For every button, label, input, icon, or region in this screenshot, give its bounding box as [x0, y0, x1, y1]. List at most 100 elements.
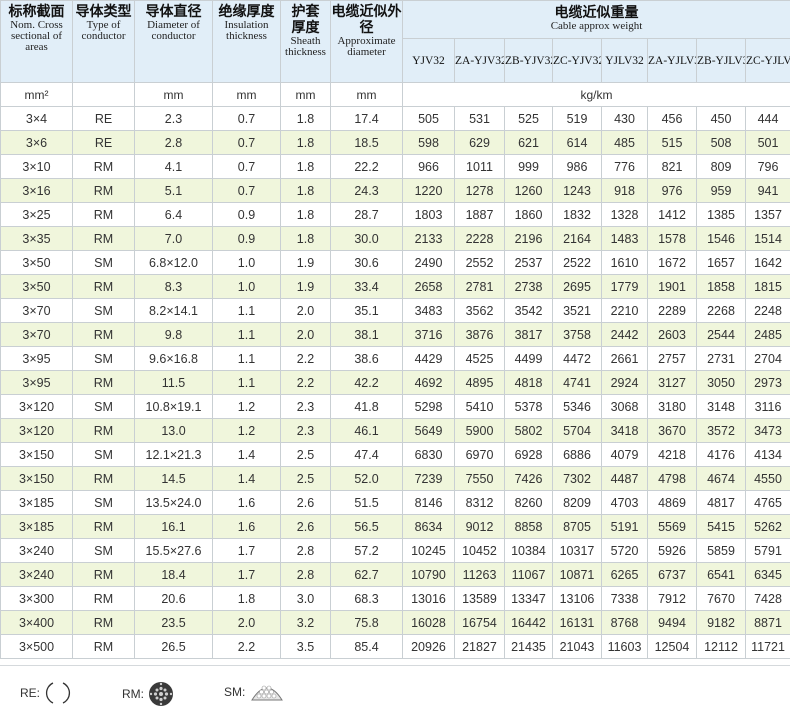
- cell-insulation: 1.4: [213, 443, 281, 467]
- cell-weight-zb-yjlv32: 2544: [697, 323, 746, 347]
- table-row: 3×35RM7.00.91.830.0213322282196216414831…: [1, 227, 790, 251]
- cell-weight-zb-yjv32: 11067: [505, 563, 553, 587]
- cell-weight-za-yjlv32: 1901: [648, 275, 697, 299]
- units-row: mm² mm mm mm mm kg/km: [1, 83, 790, 107]
- table-row: 3×185RM16.11.62.656.58634901288588705519…: [1, 515, 790, 539]
- cell-weight-zb-yjv32: 2537: [505, 251, 553, 275]
- header-model-yjlv32: YJLV32: [602, 39, 648, 83]
- cell-weight-zc-yjlv32: 1642: [746, 251, 790, 275]
- cell-weight-za-yjlv32: 976: [648, 179, 697, 203]
- cell-weight-zc-yjv32: 519: [553, 107, 602, 131]
- cell-weight-za-yjlv32: 821: [648, 155, 697, 179]
- header-type: 导体类型 Type of conductor: [73, 1, 135, 83]
- header-insulation: 绝缘厚度 Insulation thickness: [213, 1, 281, 83]
- cell-weight-zc-yjv32: 1243: [553, 179, 602, 203]
- cell-weight-zb-yjv32: 7426: [505, 467, 553, 491]
- cell-weight-zc-yjv32: 3758: [553, 323, 602, 347]
- cell-sheath: 2.5: [281, 467, 331, 491]
- table-row: 3×120SM10.8×19.11.22.341.852985410537853…: [1, 395, 790, 419]
- cell-weight-za-yjv32: 5900: [455, 419, 505, 443]
- table-row: 3×95RM11.51.12.242.246924895481847412924…: [1, 371, 790, 395]
- cell-conductor-diameter: 2.3: [135, 107, 213, 131]
- conductor-legend: RE: RM: SM:: [0, 665, 790, 715]
- cell-weight-za-yjv32: 629: [455, 131, 505, 155]
- cell-insulation: 1.0: [213, 275, 281, 299]
- cell-weight-zc-yjv32: 2164: [553, 227, 602, 251]
- header-model-zc-yjlv32: ZC-YJLV32: [746, 39, 790, 83]
- cell-area: 3×70: [1, 323, 73, 347]
- table-row: 3×50RM8.31.01.933.4265827812738269517791…: [1, 275, 790, 299]
- cell-conductor-diameter: 8.3: [135, 275, 213, 299]
- cell-weight-yjlv32: 430: [602, 107, 648, 131]
- cell-sheath: 1.8: [281, 179, 331, 203]
- cell-conductor-diameter: 8.2×14.1: [135, 299, 213, 323]
- header-diameter-zh: 导体直径: [135, 4, 212, 20]
- header-diameter-en: Diameter of conductor: [135, 20, 212, 42]
- cell-weight-zc-yjv32: 3521: [553, 299, 602, 323]
- cell-weight-yjv32: 2490: [403, 251, 455, 275]
- cell-area: 3×6: [1, 131, 73, 155]
- cell-outer-diameter: 33.4: [331, 275, 403, 299]
- cell-weight-za-yjv32: 531: [455, 107, 505, 131]
- table-row: 3×50SM6.8×12.01.01.930.62490255225372522…: [1, 251, 790, 275]
- cell-area: 3×300: [1, 587, 73, 611]
- cell-outer-diameter: 17.4: [331, 107, 403, 131]
- cell-insulation: 0.9: [213, 227, 281, 251]
- cell-conductor-type: RM: [73, 563, 135, 587]
- cell-sheath: 2.2: [281, 371, 331, 395]
- cell-weight-zc-yjv32: 5346: [553, 395, 602, 419]
- cell-weight-za-yjv32: 2781: [455, 275, 505, 299]
- cell-outer-diameter: 47.4: [331, 443, 403, 467]
- cell-area: 3×95: [1, 347, 73, 371]
- cell-area: 3×50: [1, 251, 73, 275]
- cell-area: 3×4: [1, 107, 73, 131]
- cell-sheath: 2.8: [281, 563, 331, 587]
- table-row: 3×95SM9.6×16.81.12.238.64429452544994472…: [1, 347, 790, 371]
- cell-weight-zc-yjv32: 7302: [553, 467, 602, 491]
- cell-conductor-diameter: 20.6: [135, 587, 213, 611]
- cell-weight-zb-yjlv32: 1858: [697, 275, 746, 299]
- cell-weight-yjv32: 4692: [403, 371, 455, 395]
- table-row: 3×70RM9.81.12.038.1371638763817375824422…: [1, 323, 790, 347]
- cell-area: 3×35: [1, 227, 73, 251]
- cell-sheath: 2.2: [281, 347, 331, 371]
- cell-sheath: 3.0: [281, 587, 331, 611]
- cell-outer-diameter: 35.1: [331, 299, 403, 323]
- cell-insulation: 0.7: [213, 107, 281, 131]
- cell-weight-yjlv32: 1779: [602, 275, 648, 299]
- legend-sm: SM:: [224, 680, 285, 704]
- cell-weight-za-yjv32: 2228: [455, 227, 505, 251]
- cell-weight-zc-yjv32: 614: [553, 131, 602, 155]
- cell-sheath: 3.5: [281, 635, 331, 659]
- cell-insulation: 2.0: [213, 611, 281, 635]
- cell-weight-za-yjv32: 8312: [455, 491, 505, 515]
- cell-conductor-type: RM: [73, 275, 135, 299]
- cell-weight-yjv32: 3483: [403, 299, 455, 323]
- cell-conductor-diameter: 14.5: [135, 467, 213, 491]
- cell-weight-yjlv32: 1610: [602, 251, 648, 275]
- cell-area: 3×400: [1, 611, 73, 635]
- cell-conductor-type: RM: [73, 611, 135, 635]
- cell-weight-zc-yjlv32: 4134: [746, 443, 790, 467]
- cell-insulation: 1.6: [213, 491, 281, 515]
- cell-weight-zb-yjlv32: 3572: [697, 419, 746, 443]
- cell-insulation: 0.9: [213, 203, 281, 227]
- cell-insulation: 1.1: [213, 299, 281, 323]
- cell-conductor-diameter: 11.5: [135, 371, 213, 395]
- cell-conductor-type: RM: [73, 419, 135, 443]
- cell-outer-diameter: 38.6: [331, 347, 403, 371]
- cell-weight-zc-yjlv32: 4550: [746, 467, 790, 491]
- cell-weight-yjlv32: 485: [602, 131, 648, 155]
- cell-conductor-diameter: 6.8×12.0: [135, 251, 213, 275]
- cell-weight-zc-yjlv32: 1514: [746, 227, 790, 251]
- cell-conductor-type: RM: [73, 323, 135, 347]
- cell-weight-za-yjv32: 21827: [455, 635, 505, 659]
- legend-rm-label: RM:: [122, 687, 144, 701]
- cell-conductor-type: SM: [73, 347, 135, 371]
- table-row: 3×150SM12.1×21.31.42.547.468306970692868…: [1, 443, 790, 467]
- cell-weight-yjv32: 8634: [403, 515, 455, 539]
- cell-sheath: 2.6: [281, 491, 331, 515]
- cell-weight-za-yjlv32: 3127: [648, 371, 697, 395]
- cell-insulation: 0.7: [213, 155, 281, 179]
- cell-weight-zc-yjv32: 4472: [553, 347, 602, 371]
